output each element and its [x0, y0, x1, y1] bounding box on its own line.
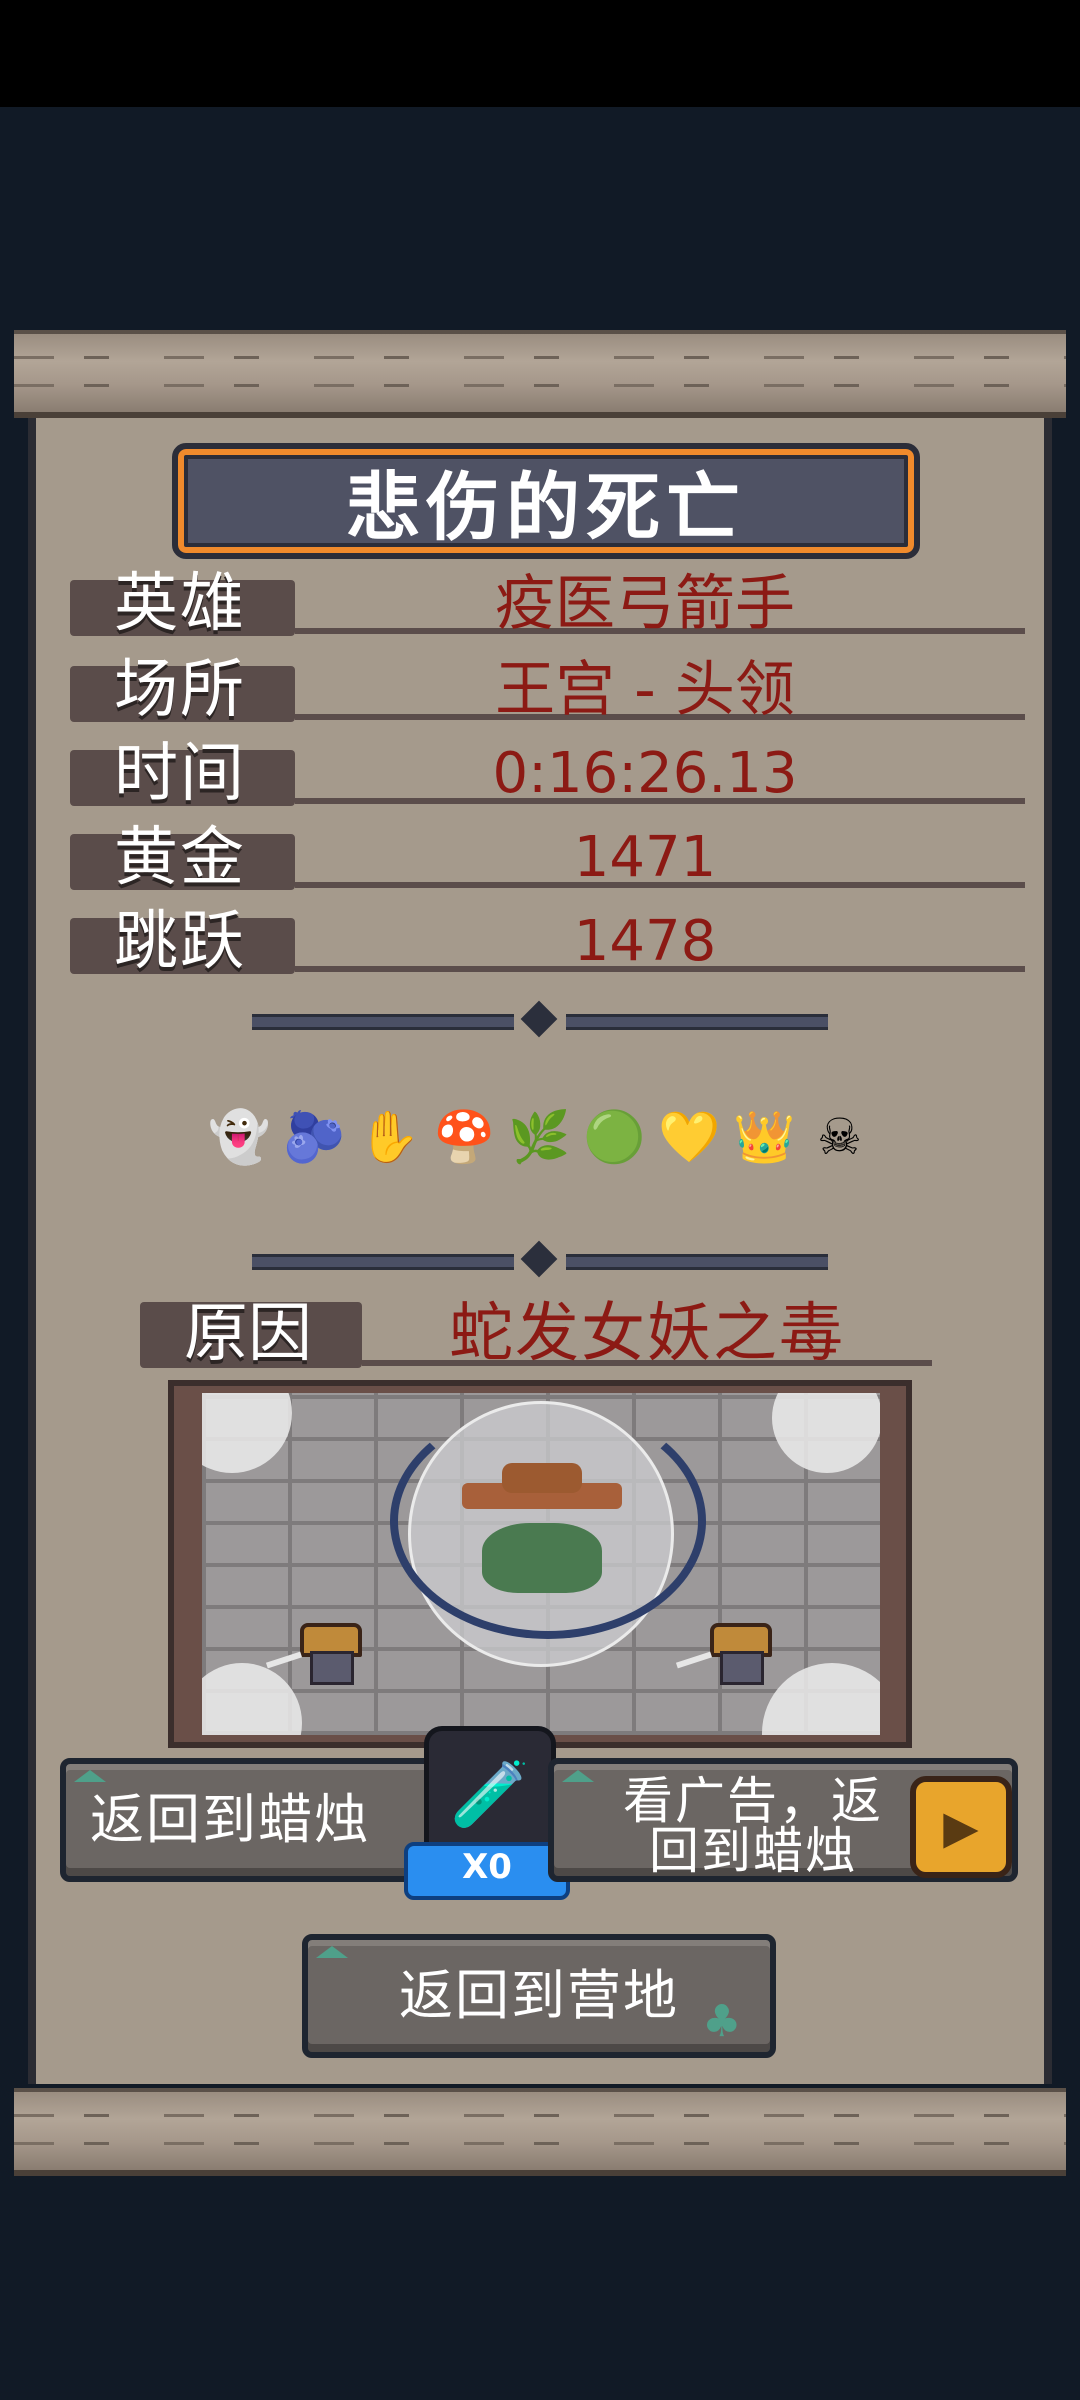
return-to-camp-label: 返回到营地 [399, 1964, 679, 2027]
mushroom-icon[interactable]: 🍄 [428, 1100, 501, 1173]
ghost-hood-icon[interactable]: 👻 [203, 1100, 276, 1173]
stat-row-jumps: 跳跃 1478 [70, 900, 1025, 980]
ornament-divider [252, 1000, 828, 1040]
ornament-divider [252, 1240, 828, 1280]
boss-bow [390, 1403, 706, 1639]
stat-label-hero: 英雄 [114, 567, 246, 641]
title-banner: 悲伤的死亡 [172, 443, 920, 559]
green-orb-icon[interactable]: 🟢 [578, 1100, 651, 1173]
watch-ad-label-line2: 回到蜡烛 [649, 1822, 857, 1880]
light-orb [762, 1663, 880, 1735]
leaf-icon[interactable]: 🌿 [503, 1100, 576, 1173]
leaf-decoration-icon: ♣ [702, 1996, 742, 2047]
stat-row-time: 时间 0:16:26.13 [70, 732, 1025, 812]
hero-sprite [675, 1623, 772, 1685]
video-ad-icon[interactable]: ▶ [910, 1776, 1012, 1878]
stat-value-jumps: 1478 [573, 909, 717, 974]
stat-row-location: 场所 王宫 - 头领 [70, 648, 1025, 728]
light-orb [202, 1663, 302, 1735]
light-orb [202, 1393, 292, 1473]
stat-label-time: 时间 [114, 737, 246, 811]
stat-value-location: 王宫 - 头领 [495, 655, 795, 725]
crown-icon[interactable]: 👑 [728, 1100, 801, 1173]
light-orb [772, 1393, 880, 1473]
stat-row-hero: 英雄 疫医弓箭手 [70, 562, 1025, 642]
item-inventory: 👻 🫐 ✋ 🍄 🌿 🟢 💛 👑 ☠ [203, 1100, 883, 1176]
stat-value-hero: 疫医弓箭手 [495, 569, 795, 639]
cause-value: 蛇发女妖之毒 [449, 1297, 845, 1371]
berries-icon[interactable]: 🫐 [278, 1100, 351, 1173]
watch-ad-label-line1: 看广告，返 [623, 1772, 883, 1830]
page-title: 悲伤的死亡 [346, 464, 746, 551]
cause-label: 原因 [184, 1297, 312, 1371]
stat-label-gold: 黄金 [114, 821, 246, 895]
hand-icon[interactable]: ✋ [353, 1100, 426, 1173]
skull-crossbones-icon[interactable]: ☠ [803, 1100, 876, 1173]
scroll-top-roll [14, 330, 1066, 418]
stat-label-location: 场所 [114, 653, 246, 727]
potion-count-badge: X0 [404, 1842, 570, 1900]
hero-sprite [265, 1623, 362, 1685]
scroll-bottom-roll [14, 2088, 1066, 2176]
gold-heart-icon[interactable]: 💛 [653, 1100, 726, 1173]
stat-value-gold: 1471 [573, 825, 717, 890]
status-bar [0, 0, 1080, 107]
stat-value-time: 0:16:26.13 [492, 741, 798, 806]
return-to-candle-label: 返回到蜡烛 [90, 1788, 370, 1851]
stat-row-gold: 黄金 1471 [70, 816, 1025, 896]
stat-label-jumps: 跳跃 [114, 905, 246, 979]
death-scene-image [202, 1393, 880, 1735]
return-to-candle-button[interactable]: 返回到蜡烛 [60, 1758, 440, 1882]
